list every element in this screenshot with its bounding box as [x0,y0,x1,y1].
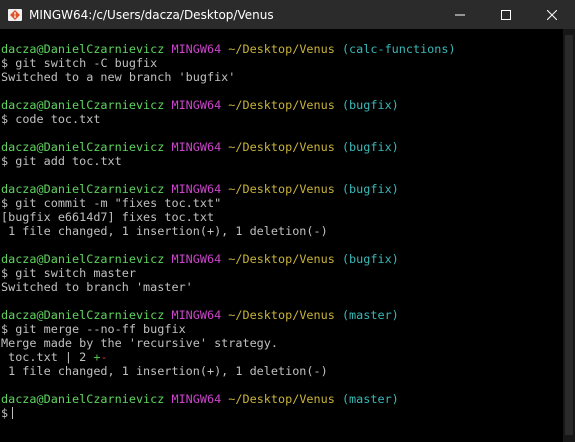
prompt-line: dacza@DanielCzarnievicz MINGW64 ~/Deskto… [0,392,563,406]
prompt-env: MINGW64 [171,308,222,322]
output-line: Merge made by the 'recursive' strategy. [1,336,278,350]
prompt-symbol: $ [1,406,9,420]
window-title: MINGW64:/c/Users/dacza/Desktop/Venus [29,7,274,22]
prompt-symbol: $ [1,112,9,126]
prompt-user-host: dacza@DanielCzarnievicz [1,42,165,56]
diffstat-deletion: - [100,350,108,364]
terminal-output[interactable]: dacza@DanielCzarnievicz MINGW64 ~/Deskto… [0,29,563,442]
prompt-path: ~/Desktop/Venus [228,42,335,56]
maximize-button[interactable] [483,0,529,29]
output-line: Switched to branch 'master' [1,280,193,294]
prompt-branch: (calc-functions) [341,42,456,56]
minimize-button[interactable] [437,0,483,29]
output-line: 1 file changed, 1 insertion(+), 1 deleti… [1,364,328,378]
command-text: git add toc.txt [15,154,122,168]
command-text: code toc.txt [15,112,101,126]
prompt-branch: (bugfix) [341,98,399,112]
command-line: $ code toc.txt [0,112,563,126]
prompt-line: dacza@DanielCzarnievicz MINGW64 ~/Deskto… [0,98,563,112]
text-cursor [12,407,14,419]
prompt-env: MINGW64 [171,182,222,196]
prompt-env: MINGW64 [171,42,222,56]
terminal-window: MINGW64:/c/Users/dacza/Desktop/Venus dac… [0,0,575,442]
command-text: git switch -C bugfix [15,56,158,70]
prompt-branch: (bugfix) [341,140,399,154]
prompt-path: ~/Desktop/Venus [228,140,335,154]
prompt-path: ~/Desktop/Venus [228,308,335,322]
prompt-env: MINGW64 [171,392,222,406]
title-bar[interactable]: MINGW64:/c/Users/dacza/Desktop/Venus [0,0,575,29]
prompt-path: ~/Desktop/Venus [228,252,335,266]
prompt-branch: (bugfix) [341,182,399,196]
command-line: $ git add toc.txt [0,154,563,168]
scrollbar[interactable] [563,29,575,442]
prompt-user-host: dacza@DanielCzarnievicz [1,98,165,112]
prompt-line: dacza@DanielCzarnievicz MINGW64 ~/Deskto… [0,252,563,266]
maximize-icon [501,9,511,20]
prompt-symbol: $ [1,154,9,168]
output-line: 1 file changed, 1 insertion(+), 1 deleti… [1,224,328,238]
close-icon [547,9,557,20]
command-line: $ git commit -m "fixes toc.txt" [0,196,563,210]
prompt-user-host: dacza@DanielCzarnievicz [1,252,165,266]
command-text: git commit -m "fixes toc.txt" [15,196,222,210]
diffstat-line: toc.txt | 2 +- [0,350,563,364]
prompt-branch: (bugfix) [341,252,399,266]
command-line: $ git switch -C bugfix [0,56,563,70]
prompt-line: dacza@DanielCzarnievicz MINGW64 ~/Deskto… [0,308,563,322]
prompt-line: dacza@DanielCzarnievicz MINGW64 ~/Deskto… [0,42,563,56]
prompt-user-host: dacza@DanielCzarnievicz [1,140,165,154]
prompt-path: ~/Desktop/Venus [228,392,335,406]
prompt-branch: (master) [341,392,399,406]
prompt-user-host: dacza@DanielCzarnievicz [1,392,165,406]
input-line[interactable]: $ [0,406,563,420]
prompt-symbol: $ [1,322,9,336]
command-line: $ git switch master [0,266,563,280]
scrollbar-thumb[interactable] [565,35,573,435]
prompt-symbol: $ [1,196,9,210]
prompt-user-host: dacza@DanielCzarnievicz [1,182,165,196]
prompt-symbol: $ [1,56,9,70]
prompt-line: dacza@DanielCzarnievicz MINGW64 ~/Deskto… [0,182,563,196]
git-bash-icon[interactable] [7,7,23,23]
prompt-user-host: dacza@DanielCzarnievicz [1,308,165,322]
output-line: [bugfix e6614d7] fixes toc.txt [1,210,215,224]
prompt-path: ~/Desktop/Venus [228,182,335,196]
diffstat-file: toc.txt | 2 [1,350,94,364]
prompt-path: ~/Desktop/Venus [228,98,335,112]
prompt-env: MINGW64 [171,98,222,112]
command-line: $ git merge --no-ff bugfix [0,322,563,336]
prompt-symbol: $ [1,266,9,280]
minimize-icon [455,14,465,15]
command-text: git switch master [15,266,136,280]
prompt-env: MINGW64 [171,140,222,154]
prompt-line: dacza@DanielCzarnievicz MINGW64 ~/Deskto… [0,140,563,154]
close-button[interactable] [529,0,575,29]
prompt-env: MINGW64 [171,252,222,266]
command-text: git merge --no-ff bugfix [15,322,186,336]
output-line: Switched to a new branch 'bugfix' [1,70,236,84]
prompt-branch: (master) [341,308,399,322]
